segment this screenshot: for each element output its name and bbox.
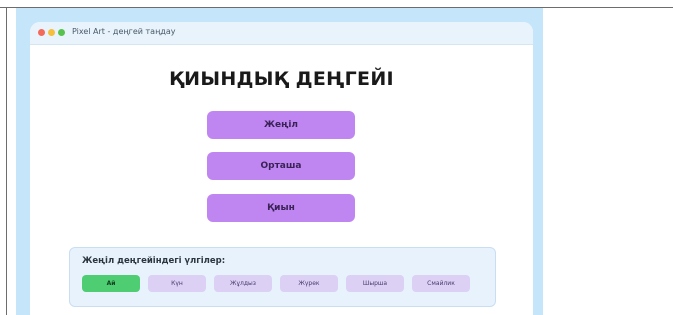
minimize-window-button[interactable] (48, 29, 55, 36)
pattern-chip-smiley[interactable]: Смайлик (412, 275, 470, 292)
patterns-panel-title: Жеңіл деңгейіндегі үлгілер: (82, 256, 226, 266)
frame-border-left (6, 7, 7, 315)
pattern-chip-sun[interactable]: Күн (148, 275, 206, 292)
app-window: Pixel Art - деңгей таңдау ҚИЫНДЫҚ ДЕҢГЕЙ… (30, 22, 533, 315)
window-titlebar: Pixel Art - деңгей таңдау (30, 22, 533, 45)
maximize-window-button[interactable] (58, 29, 65, 36)
pattern-chip-moon[interactable]: Ай (82, 275, 140, 292)
hard-difficulty-button[interactable]: Қиын (207, 194, 355, 222)
pattern-chip-tree[interactable]: Шырша (346, 275, 404, 292)
pattern-chip-heart[interactable]: Жүрек (280, 275, 338, 292)
window-title: Pixel Art - деңгей таңдау (72, 27, 176, 36)
patterns-panel: Жеңіл деңгейіндегі үлгілер: Ай Күн Жұлды… (69, 247, 496, 307)
medium-difficulty-button[interactable]: Орташа (207, 152, 355, 180)
pattern-chip-star[interactable]: Жұлдыз (214, 275, 272, 292)
close-window-button[interactable] (38, 29, 45, 36)
easy-difficulty-button[interactable]: Жеңіл (207, 111, 355, 139)
page-title: ҚИЫНДЫҚ ДЕҢГЕЙІ (169, 68, 394, 90)
